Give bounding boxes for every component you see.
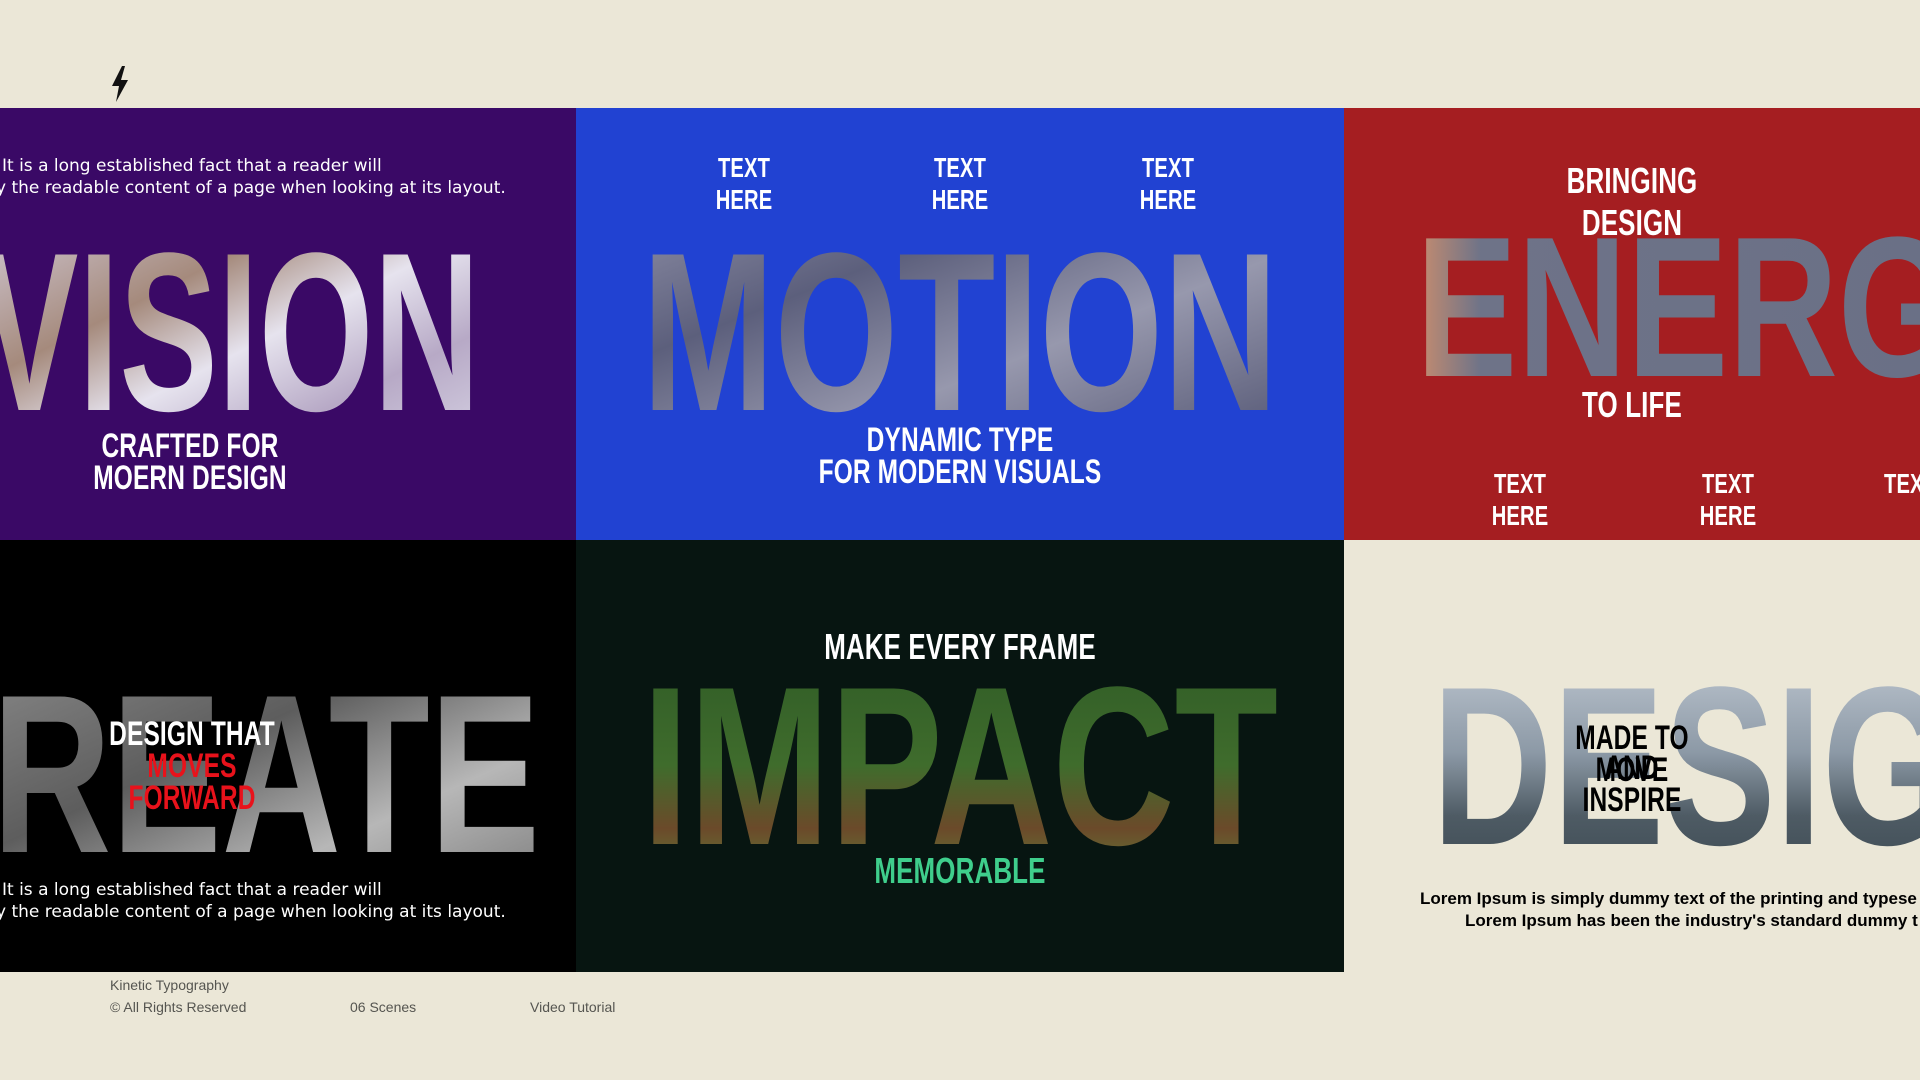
design-tagline-2: AND INSPIRE: [1582, 749, 1682, 819]
energy-label-3: TEX: [1884, 468, 1920, 499]
vision-tagline-1: CRAFTED FOR: [101, 427, 279, 465]
motion-label-1: TEXT HERE: [715, 152, 773, 215]
energy-label-2: TEXT HERE: [1699, 468, 1757, 531]
footer-scenes-count: 06 Scenes: [350, 999, 417, 1015]
scene-impact[interactable]: IMPACT MAKE EVERY FRAME MEMORABLE: [576, 540, 1344, 972]
vision-body-line1: It is a long established fact that a rea…: [2, 156, 382, 176]
create-body-line2: y the readable content of a page when lo…: [0, 902, 506, 922]
create-tagline-1: DESIGN THAT: [109, 715, 275, 753]
scene-vision[interactable]: VISION It is a long established fact tha…: [0, 108, 576, 540]
footer-video-tutorial-link[interactable]: Video Tutorial: [530, 999, 615, 1015]
impact-bottom-line: MEMORABLE: [874, 850, 1046, 891]
scene-energy[interactable]: ENERG BRINGING DESIGN TO LIFE TEXT HERE …: [1344, 108, 1920, 540]
impact-word-graphic: IMPACT: [642, 639, 1278, 892]
energy-label-1: TEXT HERE: [1491, 468, 1549, 531]
motion-label-3: TEXT HERE: [1139, 152, 1197, 215]
lightning-bolt-icon: [112, 66, 128, 102]
energy-bottom-line: TO LIFE: [1582, 384, 1682, 425]
scene-design[interactable]: DESIG MADE TO MOVE AND INSPIRE Lorem Ips…: [1344, 540, 1920, 972]
footer-rights: © All Rights Reserved: [110, 999, 247, 1015]
vision-tagline-2: MOERN DESIGN: [93, 459, 287, 497]
create-body-line1: It is a long established fact that a rea…: [2, 880, 382, 900]
vision-body-line2: y the readable content of a page when lo…: [0, 178, 506, 198]
motion-label-2: TEXT HERE: [931, 152, 989, 215]
energy-top-line: BRINGING DESIGN: [1566, 160, 1698, 243]
scene-create[interactable]: REATE DESIGN THAT MOVES FORWARD It is a …: [0, 540, 576, 972]
design-body-line2: Lorem Ipsum has been the industry's stan…: [1465, 911, 1918, 930]
scene-motion[interactable]: MOTION TEXT HERE TEXT HERE TEXT HERE DYN…: [576, 108, 1344, 540]
create-tagline-2: MOVES FORWARD: [128, 747, 256, 817]
motion-tagline-2: FOR MODERN VISUALS: [818, 453, 1102, 491]
vision-word: VISION: [0, 205, 480, 458]
design-body-line1: Lorem Ipsum is simply dummy text of the …: [1420, 889, 1917, 908]
impact-top-line: MAKE EVERY FRAME: [824, 626, 1096, 667]
motion-tagline-1: DYNAMIC TYPE: [866, 421, 1054, 459]
footer-title: Kinetic Typography: [110, 977, 229, 993]
